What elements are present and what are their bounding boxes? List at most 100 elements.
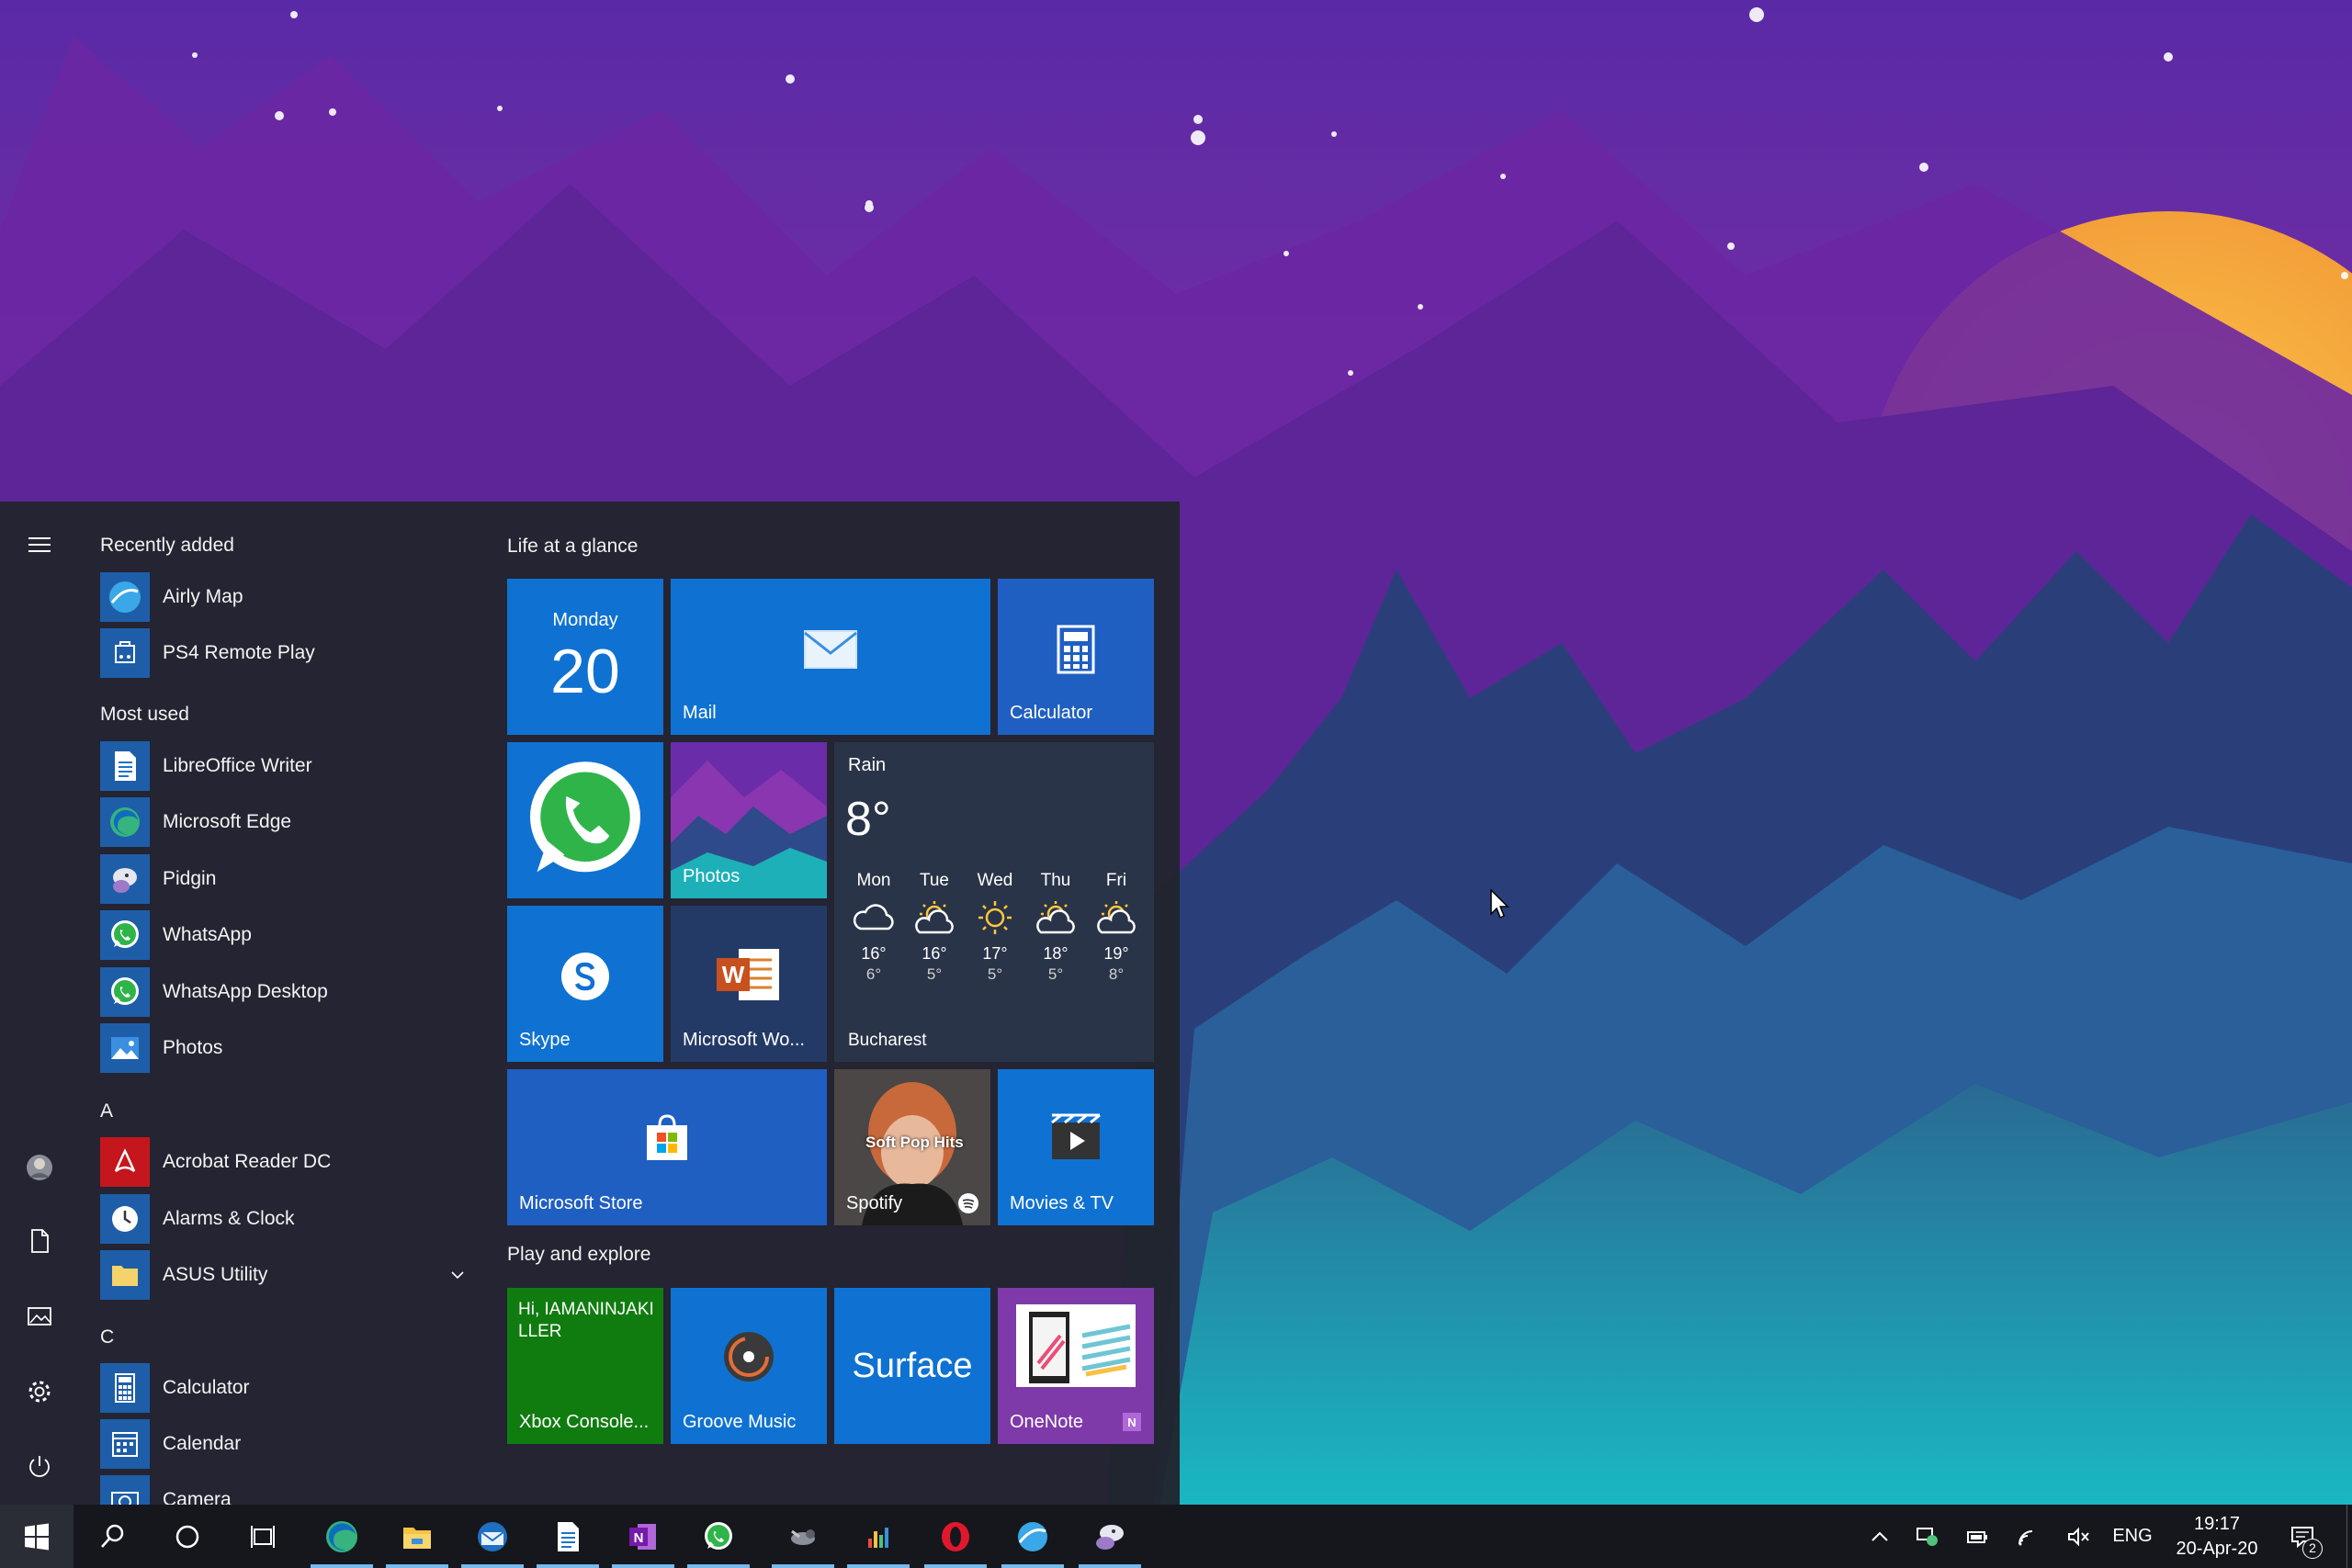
tile-mail[interactable]: Mail xyxy=(671,579,990,735)
taskbar-equalizer-app[interactable] xyxy=(842,1505,915,1568)
show-desktop-button[interactable] xyxy=(2346,1505,2352,1568)
tray-network[interactable] xyxy=(2010,1505,2047,1568)
app-item-acrobat-reader-dc[interactable]: Acrobat Reader DC xyxy=(100,1135,468,1189)
document-icon xyxy=(31,1229,49,1253)
group-heading-c[interactable]: C xyxy=(100,1326,114,1348)
edge-icon xyxy=(110,807,140,837)
search-icon xyxy=(101,1524,124,1548)
app-item-calendar[interactable]: Calendar xyxy=(100,1417,468,1471)
tile-spotify[interactable]: Soft Pop Hits Spotify xyxy=(834,1069,990,1225)
tile-calculator[interactable]: Calculator xyxy=(998,579,1154,735)
tile-microsoft-store[interactable]: Microsoft Store xyxy=(507,1069,827,1225)
action-center-button[interactable]: 2 xyxy=(2277,1505,2328,1568)
calendar-day: 20 xyxy=(550,637,620,706)
taskbar-clock[interactable]: 19:17 20-Apr-20 xyxy=(2166,1512,2267,1562)
taskbar-app-bird[interactable] xyxy=(766,1505,840,1568)
whatsapp-icon xyxy=(111,920,139,948)
tile-movies-tv[interactable]: Movies & TV xyxy=(998,1069,1154,1225)
taskbar-whatsapp[interactable] xyxy=(682,1505,755,1568)
section-title-play-and-explore[interactable]: Play and explore xyxy=(507,1244,650,1266)
surface-wordmark: Surface xyxy=(852,1347,973,1385)
section-title-life-at-a-glance[interactable]: Life at a glance xyxy=(507,536,638,558)
user-account-button[interactable] xyxy=(11,1139,68,1196)
tray-chat-app[interactable] xyxy=(1909,1505,1946,1568)
app-item-camera[interactable]: Camera xyxy=(100,1473,468,1505)
alarm-clock-icon xyxy=(112,1206,138,1232)
pictures-button[interactable] xyxy=(11,1288,68,1345)
photos-icon xyxy=(111,1037,139,1059)
expand-menu-button[interactable] xyxy=(11,516,68,573)
app-item-asus-utility[interactable]: ASUS Utility xyxy=(100,1248,468,1302)
app-item-photos[interactable]: Photos xyxy=(100,1021,468,1075)
search-button[interactable] xyxy=(75,1505,149,1568)
documents-button[interactable] xyxy=(11,1213,68,1269)
libreoffice-writer-icon xyxy=(115,751,136,781)
taskbar-airly-map[interactable] xyxy=(996,1505,1069,1568)
tray-battery[interactable] xyxy=(1959,1505,1996,1568)
whatsapp-icon xyxy=(705,1521,732,1550)
acrobat-icon xyxy=(114,1148,136,1173)
bird-app-icon xyxy=(791,1529,815,1545)
tile-onenote[interactable]: OneNote N xyxy=(998,1288,1154,1444)
taskbar-edge[interactable] xyxy=(305,1505,379,1568)
svg-text:N: N xyxy=(634,1530,644,1546)
tile-whatsapp[interactable] xyxy=(507,742,663,898)
onenote-illustration xyxy=(1016,1304,1136,1387)
taskbar-opera[interactable] xyxy=(919,1505,992,1568)
chevron-down-icon[interactable] xyxy=(447,1265,468,1285)
onenote-badge-icon: N xyxy=(1123,1413,1141,1431)
recently-added-heading: Recently added xyxy=(100,535,234,556)
weather-current-temp: 8° xyxy=(845,793,891,846)
taskbar-file-explorer[interactable] xyxy=(380,1505,454,1568)
start-button[interactable] xyxy=(0,1505,74,1568)
speaker-muted-icon xyxy=(2068,1527,2089,1546)
calendar-weekday: Monday xyxy=(552,610,618,630)
taskbar-pidgin[interactable] xyxy=(1073,1505,1147,1568)
input-language-button[interactable]: ENG xyxy=(2109,1505,2155,1568)
tile-microsoft-word[interactable]: W Microsoft Wo... xyxy=(671,906,827,1062)
taskbar-onenote[interactable]: N xyxy=(606,1505,680,1568)
app-item-calculator[interactable]: Calculator xyxy=(100,1361,468,1415)
start-left-rail xyxy=(0,502,79,1505)
tile-surface[interactable]: Surface xyxy=(834,1288,990,1444)
folder-icon xyxy=(112,1266,138,1286)
app-item-microsoft-edge[interactable]: Microsoft Edge xyxy=(100,795,468,849)
app-item-alarms-clock[interactable]: Alarms & Clock xyxy=(100,1192,468,1246)
tile-weather[interactable]: Rain 8° Mon 16° 6° Tue 16° 5° Wed 17° 5°… xyxy=(834,742,1154,1062)
app-item-airly-map[interactable]: Airly Map xyxy=(100,570,468,624)
forecast-day: Mon 16° 6° xyxy=(843,871,904,984)
task-view-icon xyxy=(251,1525,275,1548)
whatsapp-icon xyxy=(530,761,640,873)
tile-photos[interactable]: Photos xyxy=(671,742,827,898)
tile-groove-music[interactable]: Groove Music xyxy=(671,1288,827,1444)
cortana-button[interactable] xyxy=(151,1505,224,1568)
app-item-ps4-remote-play[interactable]: PS4 Remote Play xyxy=(100,626,468,680)
forecast-day: Wed 17° 5° xyxy=(965,871,1025,984)
spotify-badge-icon xyxy=(958,1193,978,1213)
opera-icon xyxy=(942,1521,969,1551)
app-item-pidgin[interactable]: Pidgin xyxy=(100,852,468,906)
weather-location: Bucharest xyxy=(848,1031,927,1050)
app-item-whatsapp-desktop[interactable]: WhatsApp Desktop xyxy=(100,965,468,1019)
task-view-button[interactable] xyxy=(226,1505,300,1568)
tile-xbox-console-companion[interactable]: Hi, IAMANINJAKILLER Xbox Console... xyxy=(507,1288,663,1444)
tile-skype[interactable]: Skype xyxy=(507,906,663,1062)
group-heading-a[interactable]: A xyxy=(100,1100,113,1122)
tray-volume[interactable] xyxy=(2060,1505,2097,1568)
spotify-playlist-title: Soft Pop Hits xyxy=(865,1134,964,1151)
app-item-whatsapp[interactable]: WhatsApp xyxy=(100,908,468,962)
taskbar-libreoffice-writer[interactable] xyxy=(531,1505,605,1568)
skype-icon xyxy=(561,953,609,1000)
taskbar-thunderbird[interactable] xyxy=(456,1505,529,1568)
app-item-libreoffice-writer[interactable]: LibreOffice Writer xyxy=(100,739,468,793)
sun-icon xyxy=(978,901,1012,934)
tile-calendar[interactable]: Monday 20 xyxy=(507,579,663,735)
settings-button[interactable] xyxy=(11,1363,68,1420)
word-icon: W xyxy=(717,949,779,1000)
chevron-up-icon xyxy=(1871,1531,1888,1541)
forecast-day: Thu 18° 5° xyxy=(1025,871,1086,984)
show-hidden-icons-button[interactable] xyxy=(1861,1505,1898,1568)
chat-bubble-icon xyxy=(1917,1527,1938,1546)
power-button[interactable] xyxy=(11,1438,68,1495)
picture-icon xyxy=(28,1307,51,1325)
